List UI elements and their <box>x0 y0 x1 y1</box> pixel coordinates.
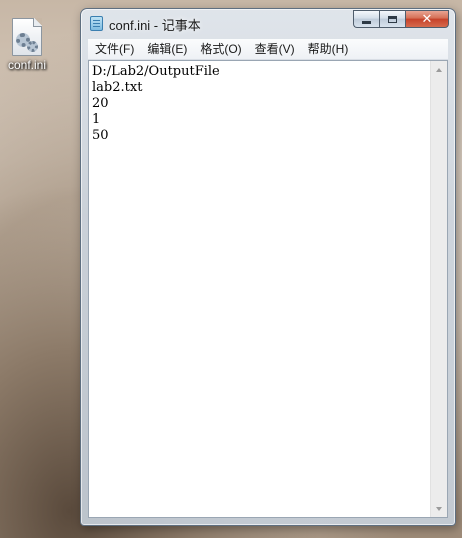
notepad-icon[interactable] <box>90 16 103 31</box>
vertical-scrollbar[interactable] <box>430 61 447 517</box>
desktop-icon-label: conf.ini <box>7 58 47 72</box>
maximize-icon <box>388 15 397 23</box>
caption-buttons: ✕ <box>353 10 449 29</box>
menu-view[interactable]: 查看(V) <box>248 39 301 59</box>
close-icon: ✕ <box>421 11 433 27</box>
desktop-icon-conf-ini[interactable]: conf.ini <box>2 18 52 78</box>
text-editor[interactable]: D:/Lab2/OutputFile lab2.txt 20 1 50 <box>88 60 448 518</box>
arrow-up-icon <box>436 67 442 72</box>
config-file-icon <box>12 18 42 56</box>
text-line: 50 <box>92 128 109 143</box>
scroll-up-button[interactable] <box>431 61 447 78</box>
menu-file[interactable]: 文件(F) <box>88 39 140 59</box>
notepad-window: conf.ini - 记事本 ✕ 文件(F) 编辑(E) 格式(O) 查看(V)… <box>80 8 456 526</box>
text-line: 1 <box>92 112 101 127</box>
text-content[interactable]: D:/Lab2/OutputFile lab2.txt 20 1 50 <box>92 64 429 515</box>
menu-edit[interactable]: 编辑(E) <box>140 39 193 59</box>
title-bar[interactable]: conf.ini - 记事本 ✕ <box>81 9 455 37</box>
arrow-down-icon <box>436 506 442 511</box>
text-line: D:/Lab2/OutputFile <box>92 64 220 79</box>
menu-format[interactable]: 格式(O) <box>193 39 247 59</box>
maximize-button[interactable] <box>379 10 405 28</box>
scroll-down-button[interactable] <box>431 500 447 517</box>
text-line: lab2.txt <box>92 80 143 95</box>
text-line: 20 <box>92 96 109 111</box>
gear-small-icon <box>27 41 38 52</box>
window-title: conf.ini - 记事本 <box>109 18 201 33</box>
minimize-icon <box>362 21 371 24</box>
minimize-button[interactable] <box>353 10 379 28</box>
close-button[interactable]: ✕ <box>405 10 449 28</box>
menu-help[interactable]: 帮助(H) <box>301 39 355 59</box>
menu-bar: 文件(F) 编辑(E) 格式(O) 查看(V) 帮助(H) <box>88 39 448 60</box>
